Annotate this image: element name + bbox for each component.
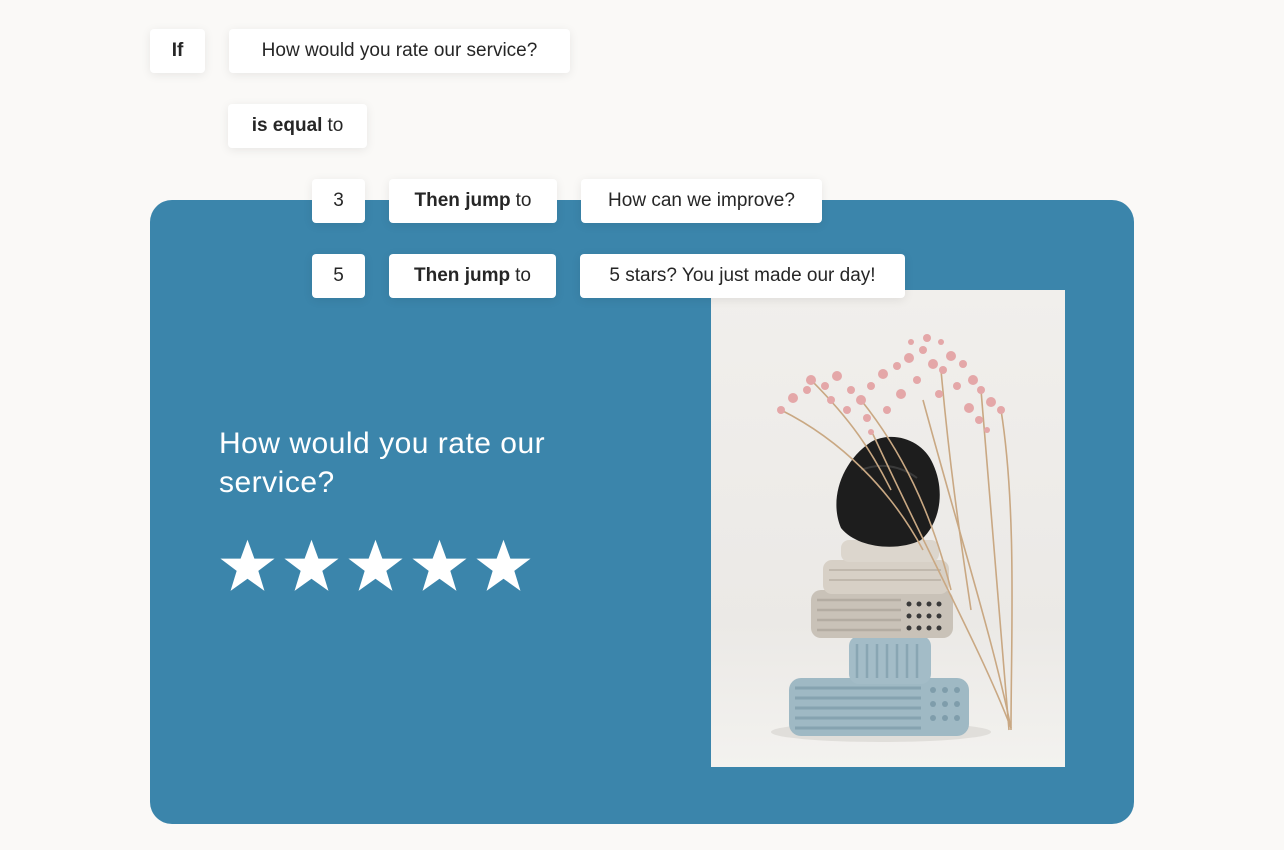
rule-target-chip[interactable]: 5 stars? You just made our day! [580,254,905,298]
star-icon[interactable] [218,536,277,595]
blue-clay-small-block [849,636,931,684]
black-clay-shape [836,436,940,547]
rule-action-chip: Then jump to [389,179,557,223]
operator-bold-label: is equal [251,115,323,136]
star-rating[interactable] [218,536,533,595]
star-icon[interactable] [346,536,405,595]
rule-target-label: How can we improve? [608,190,795,211]
rule-action-chip: Then jump to [389,254,556,298]
grey-clay-block [811,590,953,638]
clay-sculpture-illustration [771,334,1013,742]
rule-value-label: 5 [333,265,344,286]
blue-clay-block [789,678,969,736]
rule-value-label: 3 [333,190,344,211]
rule-value-chip[interactable]: 3 [312,179,365,223]
star-icon[interactable] [282,536,341,595]
question-ref-label: How would you rate our service? [261,40,538,61]
rule-target-chip[interactable]: How can we improve? [581,179,822,223]
question-image [711,290,1065,767]
operator-chip[interactable]: is equal to [228,104,367,148]
operator-rest-label: to [327,115,344,136]
if-label-chip: If [150,29,205,73]
rule-value-chip[interactable]: 5 [312,254,365,298]
star-icon[interactable] [474,536,533,595]
rule-action-rest: to [515,265,531,286]
question-ref-chip[interactable]: How would you rate our service? [229,29,570,73]
if-label: If [171,40,184,61]
star-icon[interactable] [410,536,469,595]
rule-action-rest: to [515,190,532,211]
rule-target-label: 5 stars? You just made our day! [609,265,876,286]
beige-clay-block [823,560,949,594]
question-title: How would you rate our service? [219,427,546,499]
rule-action-bold: Then jump [414,190,511,211]
pink-blossoms [777,334,1005,435]
rule-action-bold: Then jump [414,265,511,286]
